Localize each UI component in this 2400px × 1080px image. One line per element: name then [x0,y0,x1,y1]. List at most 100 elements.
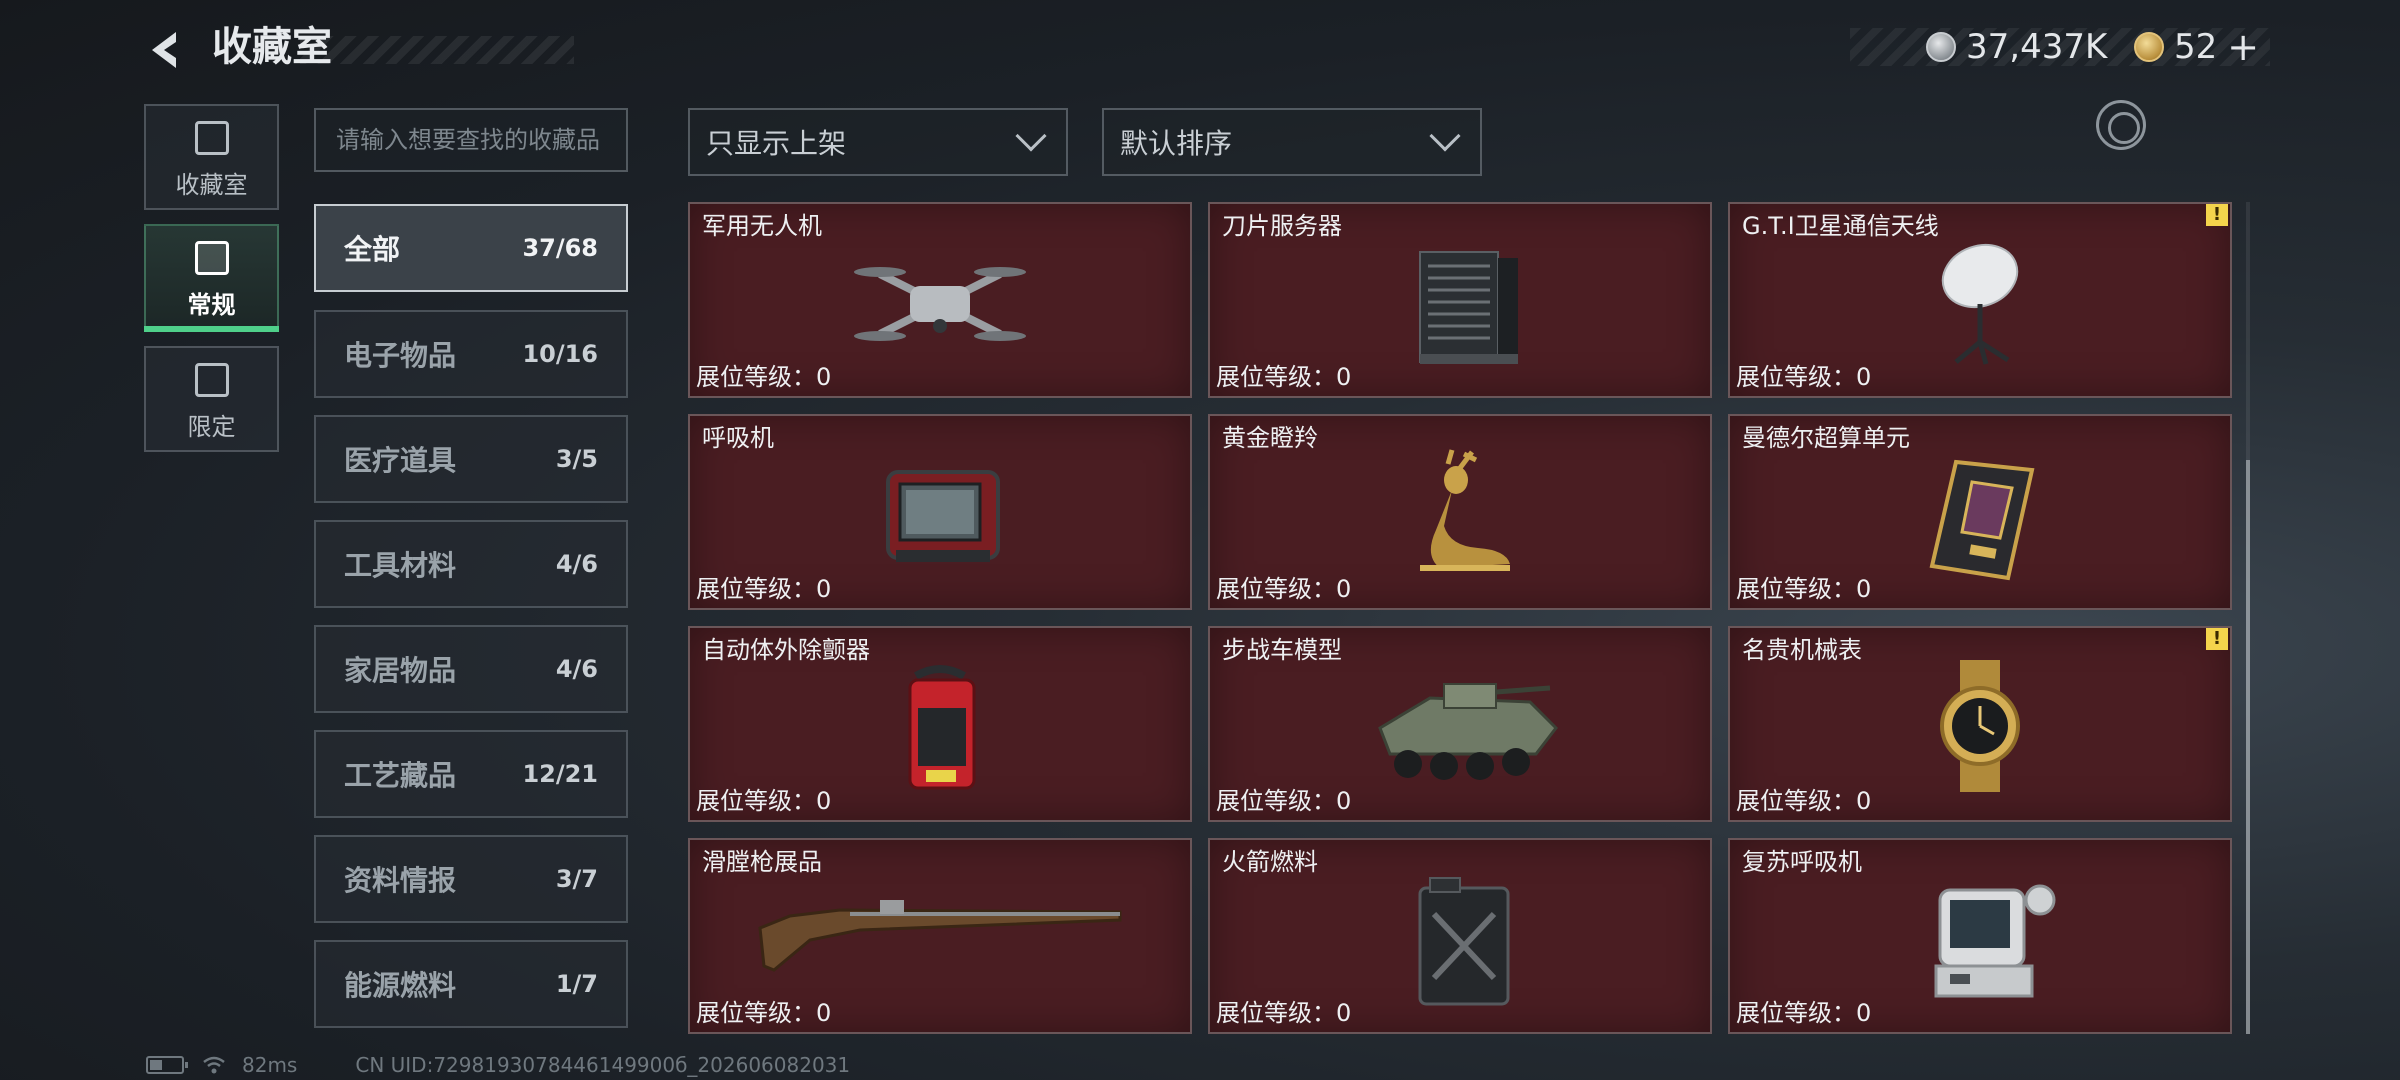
sort-dropdown[interactable]: 默认排序 [1102,108,1482,176]
chevron-down-icon [1015,120,1047,152]
category-tools[interactable]: 工具材料 4/6 [314,520,628,608]
booth-level: 展位等级：0 [1216,363,1352,391]
booth-level: 展位等级：0 [1736,575,1872,603]
item-card[interactable]: 复苏呼吸机 展位等级：0 [1728,838,2232,1034]
item-card[interactable]: 刀片服务器 展位等级：0 [1208,202,1712,398]
booth-level: 展位等级：0 [696,575,832,603]
item-name: 黄金瞪羚 [1222,424,1318,452]
category-count: 3/5 [555,445,598,473]
item-card[interactable]: G.T.I卫星通信天线 ! 展位等级：0 [1728,202,2232,398]
item-card[interactable]: 自动体外除颤器 展位等级：0 [688,626,1192,822]
category-label: 医疗道具 [344,444,457,477]
server-icon [1419,251,1518,364]
search-box[interactable] [314,108,628,172]
user-uid: CN UID:7298193078446149900б_202606082031 [355,1053,851,1077]
musket-icon [758,900,1122,972]
luxury-watch-icon [1940,660,2020,792]
item-card[interactable]: 步战车模型 展位等级：0 [1208,626,1712,822]
category-electronics[interactable]: 电子物品 10/16 [314,310,628,398]
item-name: 火箭燃料 [1222,848,1318,876]
dropdown-value: 默认排序 [1120,127,1233,160]
category-count: 12/21 [522,760,598,788]
item-card[interactable]: 火箭燃料 展位等级：0 [1208,838,1712,1034]
category-intel[interactable]: 资料情报 3/7 [314,835,628,923]
booth-level: 展位等级：0 [1216,999,1352,1027]
item-card[interactable]: 曼德尔超算单元 展位等级：0 [1728,414,2232,610]
booth-level: 展位等级：0 [1736,999,1872,1027]
category-label: 工具材料 [344,549,457,582]
defibrillator-icon [908,665,976,790]
regular-icon [194,241,229,275]
ping-value: 82ms [242,1053,298,1077]
alert-badge: ! [2206,204,2228,226]
back-button[interactable] [142,26,190,74]
category-label: 工艺藏品 [344,759,457,792]
category-label: 家居物品 [344,654,457,687]
booth-level: 展位等级：0 [1216,787,1352,815]
booth-level: 展位等级：0 [696,363,832,391]
tab-regular[interactable]: 常规 [144,224,279,332]
add-gold-button[interactable]: + [2227,25,2259,69]
tab-collection-room[interactable]: 收藏室 [144,104,279,210]
category-all[interactable]: 全部 37/68 [314,204,628,292]
satellite-dish-icon [1941,243,2019,365]
settings-icon[interactable] [2096,100,2146,150]
chevron-down-icon [1429,120,1461,152]
category-label: 全部 [344,233,401,266]
battery-icon [146,1056,188,1074]
fuel-canister-icon [1418,877,1510,1006]
alert-badge: ! [2206,628,2228,650]
tab-limited[interactable]: 限定 [144,346,279,452]
item-name: 刀片服务器 [1222,212,1342,240]
item-card[interactable]: 军用无人机 展位等级：0 [688,202,1192,398]
tab-label: 收藏室 [175,171,248,199]
limited-icon [194,363,229,397]
search-input[interactable] [336,126,606,154]
item-card[interactable]: 名贵机械表 ! 展位等级：0 [1728,626,2232,822]
collection-grid: 军用无人机 展位等级：0 刀片服务器 展位等级：0 G.T.I卫星通信天线 ! … [688,202,2232,1034]
item-name: 步战车模型 [1222,636,1342,664]
ventilator-icon [886,470,1000,562]
item-name: 军用无人机 [702,212,822,240]
category-household[interactable]: 家居物品 4/6 [314,625,628,713]
category-label: 资料情报 [344,864,457,897]
booth-level: 展位等级：0 [696,999,832,1027]
category-count: 1/7 [555,970,598,998]
item-name: 复苏呼吸机 [1742,848,1862,876]
item-card[interactable]: 黄金瞪羚 展位等级：0 [1208,414,1712,610]
category-count: 4/6 [555,655,598,683]
category-count: 3/7 [555,865,598,893]
item-card[interactable]: 呼吸机 展位等级：0 [688,414,1192,610]
chevron-left-icon [152,32,176,68]
item-name: 名贵机械表 [1742,636,1862,664]
tab-label: 限定 [187,413,236,441]
gold-amount: 52 [2174,27,2218,67]
category-fuel[interactable]: 能源燃料 1/7 [314,940,628,1028]
status-footer: 82ms CN UID:7298193078446149900б_2026060… [146,1052,850,1078]
collection-room-icon [194,121,229,155]
silver-currency: 37,437K [1926,26,2107,68]
silver-amount: 37,437K [1966,27,2108,67]
display-filter-dropdown[interactable]: 只显示上架 [688,108,1068,176]
silver-coin-icon [1926,32,1956,62]
category-count: 37/68 [522,234,598,262]
category-count: 10/16 [522,340,598,368]
booth-level: 展位等级：0 [696,787,832,815]
category-label: 电子物品 [344,339,457,372]
grid-scrollbar-thumb[interactable] [2246,460,2250,1034]
gold-currency[interactable]: 52 + [2134,25,2259,69]
resuscitator-icon [1934,884,2056,998]
page-title: 收藏室 [212,24,332,70]
gold-coin-icon [2134,32,2164,62]
tab-label: 常规 [187,291,236,319]
item-name: 呼吸机 [702,424,774,452]
item-card[interactable]: 滑膛枪展品 展位等级：0 [688,838,1192,1034]
category-crafts[interactable]: 工艺藏品 12/21 [314,730,628,818]
booth-level: 展位等级：0 [1736,363,1872,391]
wifi-icon [203,1056,225,1074]
category-medical[interactable]: 医疗道具 3/5 [314,415,628,503]
category-count: 4/6 [555,550,598,578]
ifv-model-icon [1378,683,1558,780]
gold-gazelle-icon [1420,449,1510,571]
booth-level: 展位等级：0 [1736,787,1872,815]
